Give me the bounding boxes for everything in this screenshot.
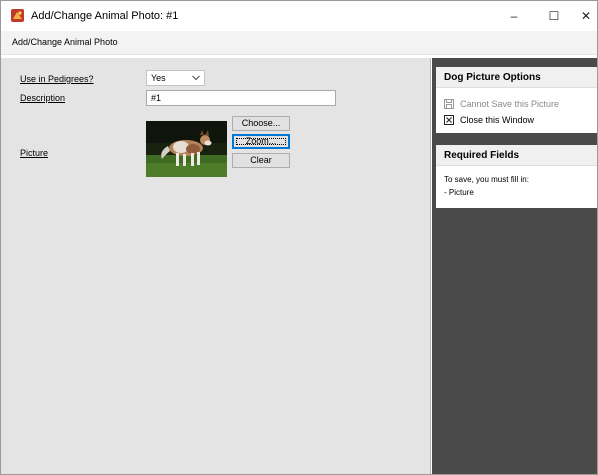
chevron-down-icon — [192, 75, 200, 81]
description-value: #1 — [151, 93, 162, 103]
photo-dialog-window: Add/Change Animal Photo: #1 – ☐ ✕ Add/Ch… — [0, 0, 598, 475]
choose-picture-button[interactable]: Choose... — [232, 116, 290, 131]
required-fields-header: Required Fields — [436, 145, 597, 166]
required-field-item: - Picture — [444, 188, 474, 197]
dog-photo-thumbnail[interactable] — [146, 121, 227, 177]
save-picture-option[interactable]: Cannot Save this Picture — [444, 97, 559, 110]
use-in-pedigrees-select[interactable]: Yes — [146, 70, 205, 86]
required-fields-instruction: To save, you must fill in: — [444, 175, 529, 184]
use-in-pedigrees-label: Use in Pedigrees? — [20, 74, 94, 84]
zoom-picture-label: Zoom... — [245, 136, 277, 146]
clear-picture-button[interactable]: Clear — [232, 153, 290, 168]
options-panel-header: Dog Picture Options — [436, 67, 597, 88]
save-disk-icon — [444, 98, 454, 109]
close-window-option[interactable]: Close this Window — [444, 113, 534, 126]
required-fields-title: Required Fields — [444, 150, 520, 161]
header-title: Add/Change Animal Photo — [12, 37, 118, 47]
close-button[interactable]: ✕ — [563, 1, 597, 31]
close-box-icon — [444, 114, 454, 125]
options-panel-title: Dog Picture Options — [444, 72, 541, 83]
title-bar[interactable]: Add/Change Animal Photo: #1 – ☐ ✕ — [1, 1, 597, 31]
form-area: Use in Pedigrees? Yes Description #1 Pic… — [1, 58, 431, 474]
header-bar: Add/Change Animal Photo — [1, 31, 597, 55]
use-in-pedigrees-value: Yes — [151, 73, 166, 83]
description-field[interactable]: #1 — [146, 90, 336, 106]
app-icon — [11, 9, 24, 22]
close-window-label: Close this Window — [460, 114, 535, 125]
options-panel: Dog Picture Options Cannot Save this Pic… — [436, 67, 597, 133]
description-label: Description — [20, 93, 66, 103]
save-picture-label: Cannot Save this Picture — [460, 98, 560, 109]
sidebar: Dog Picture Options Cannot Save this Pic… — [432, 58, 597, 474]
zoom-picture-button[interactable]: Zoom... — [232, 134, 290, 149]
window-title: Add/Change Animal Photo: #1 — [31, 10, 179, 22]
required-fields-panel: Required Fields To save, you must fill i… — [436, 145, 597, 208]
picture-label: Picture — [20, 148, 49, 158]
